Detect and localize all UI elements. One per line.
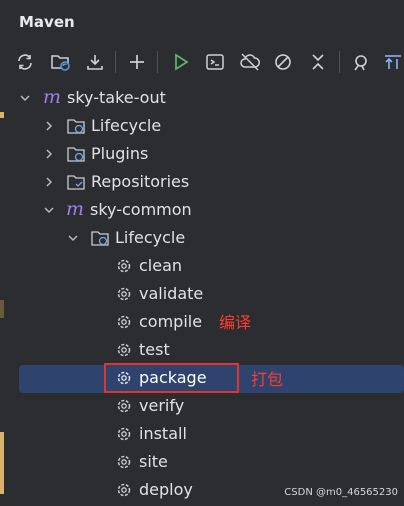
package-highlight-box (104, 363, 239, 393)
collapse-icon[interactable] (305, 50, 331, 74)
chevron-right-icon[interactable] (42, 119, 56, 133)
watermark: CSDN @m0_46565230 (284, 487, 398, 498)
sort-icon[interactable] (380, 50, 404, 74)
folder-gear-icon (67, 119, 85, 134)
folder-repository-icon (67, 175, 85, 190)
gear-icon (117, 483, 131, 497)
analyze-icon[interactable] (348, 50, 374, 74)
panel-title: Maven (19, 13, 75, 31)
goal-item[interactable]: install (0, 420, 404, 448)
chevron-down-icon[interactable] (42, 203, 56, 217)
tree-node-label: Repositories (91, 172, 190, 191)
toolbar-separator (157, 51, 158, 73)
goal-item[interactable]: test (0, 336, 404, 364)
tree-node-plugins[interactable]: Plugins (0, 140, 404, 168)
maven-module-icon: m (66, 198, 85, 220)
goal-item[interactable]: compile (0, 308, 404, 336)
chevron-down-icon[interactable] (18, 91, 32, 105)
panel-header: Maven (0, 0, 404, 44)
compile-annotation: 编译 (219, 313, 252, 332)
tree-node-repositories[interactable]: Repositories (0, 168, 404, 196)
maven-module-icon: m (43, 86, 62, 108)
folder-gear-icon (91, 231, 109, 246)
goal-label: install (139, 424, 187, 443)
gear-icon (117, 343, 131, 357)
gear-icon (117, 399, 131, 413)
run-icon[interactable] (168, 50, 194, 74)
goal-label: clean (139, 256, 183, 275)
download-icon[interactable] (82, 50, 108, 74)
chevron-right-icon[interactable] (42, 175, 56, 189)
reload-icon[interactable] (12, 50, 38, 74)
tree-node-label: Lifecycle (91, 116, 162, 135)
goal-label: compile (139, 312, 203, 331)
maven-tree: m sky-take-out Lifecycle Plugins Reposit… (0, 84, 404, 506)
goal-label: verify (139, 396, 185, 415)
package-annotation: 打包 (251, 370, 284, 389)
gear-icon (117, 287, 131, 301)
goal-item[interactable]: site (0, 448, 404, 476)
tree-node-module[interactable]: m sky-common (0, 196, 404, 224)
generate-sources-icon[interactable] (48, 50, 74, 74)
tree-node-root[interactable]: m sky-take-out (0, 84, 404, 112)
gear-icon (117, 455, 131, 469)
toolbar-separator (339, 51, 340, 73)
goal-item[interactable]: validate (0, 280, 404, 308)
skip-tests-icon[interactable] (270, 50, 296, 74)
tree-node-module-lifecycle[interactable]: Lifecycle (0, 224, 404, 252)
gear-icon (117, 259, 131, 273)
goal-label: validate (139, 284, 204, 303)
tree-node-label: sky-take-out (67, 88, 166, 107)
offline-icon[interactable] (237, 50, 263, 74)
maven-toolbar (0, 44, 404, 80)
execute-goal-icon[interactable] (202, 50, 228, 74)
gear-icon (117, 315, 131, 329)
goal-label: site (139, 452, 168, 471)
toolbar-separator (115, 51, 116, 73)
gear-icon (117, 427, 131, 441)
chevron-right-icon[interactable] (42, 147, 56, 161)
add-icon[interactable] (124, 50, 150, 74)
goal-label: deploy (139, 480, 193, 499)
tree-node-label: sky-common (90, 200, 192, 219)
goal-label: test (139, 340, 170, 359)
goal-item[interactable]: clean (0, 252, 404, 280)
folder-gear-icon (67, 147, 85, 162)
chevron-down-icon[interactable] (66, 231, 80, 245)
tree-node-label: Plugins (91, 144, 149, 163)
tree-node-lifecycle[interactable]: Lifecycle (0, 112, 404, 140)
goal-item[interactable]: verify (0, 392, 404, 420)
tree-node-label: Lifecycle (115, 228, 186, 247)
